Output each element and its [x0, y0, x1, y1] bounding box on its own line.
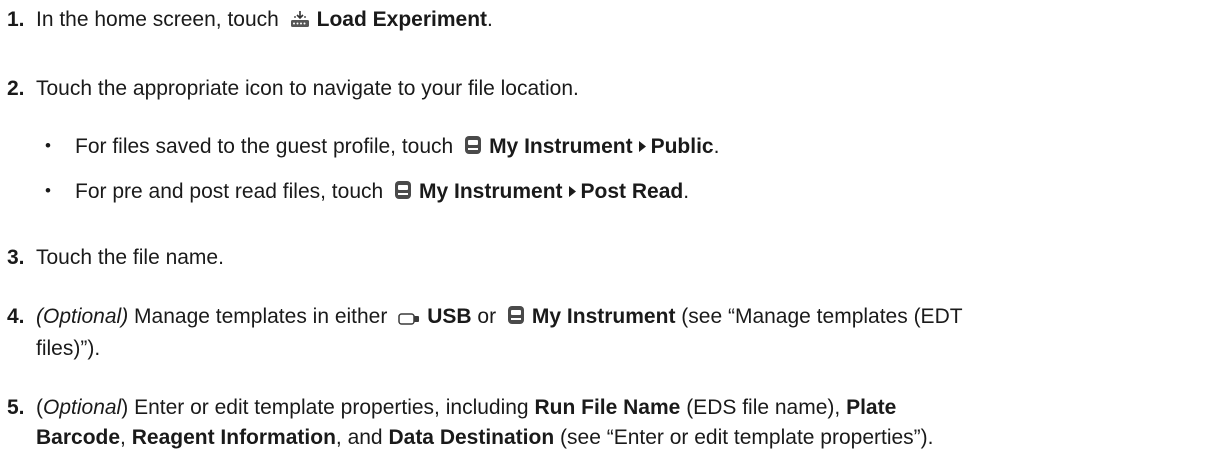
plate-label: Plate [846, 396, 897, 419]
step-number: 1. [7, 8, 25, 31]
step-number: 2. [7, 77, 25, 100]
step-text: (Optional) Manage templates in either US… [36, 304, 963, 360]
my-instrument-label: My Instrument [531, 305, 676, 328]
barcode-label: Barcode [36, 426, 121, 449]
bullet-dot: • [45, 181, 51, 200]
public-label: Public [650, 135, 714, 158]
data-destination-label: Data Destination [388, 426, 555, 449]
bullet-dot: • [45, 136, 51, 155]
breadcrumb-arrow-icon [638, 131, 646, 161]
load-experiment-label: Load Experiment [316, 8, 488, 31]
step-number: 5. [7, 396, 25, 419]
load-experiment-icon [290, 7, 310, 37]
usb-label: USB [427, 305, 472, 328]
reagent-information-label: Reagent Information [131, 426, 336, 449]
breadcrumb-arrow-icon [568, 176, 576, 206]
run-file-name-label: Run File Name [534, 396, 681, 419]
my-instrument-label: My Instrument [419, 180, 563, 203]
step-text: Touch the appropriate icon to navigate t… [36, 77, 579, 100]
usb-icon [398, 304, 420, 334]
instrument-icon [507, 304, 525, 334]
step-text: (Optional) Enter or edit template proper… [36, 396, 934, 449]
my-instrument-label: My Instrument [489, 135, 633, 158]
bullet-text: For files saved to the guest profile, to… [75, 131, 719, 164]
step-number: 4. [7, 305, 25, 328]
step-text: In the home screen, touch Load Experimen… [36, 5, 1209, 37]
post-read-label: Post Read [580, 180, 684, 203]
instrument-icon [394, 179, 412, 209]
bullet-text: For pre and post read files, touch My In… [75, 176, 689, 209]
instrument-icon [464, 134, 482, 164]
step-text: Touch the file name. [36, 246, 224, 269]
step-number: 3. [7, 246, 25, 269]
